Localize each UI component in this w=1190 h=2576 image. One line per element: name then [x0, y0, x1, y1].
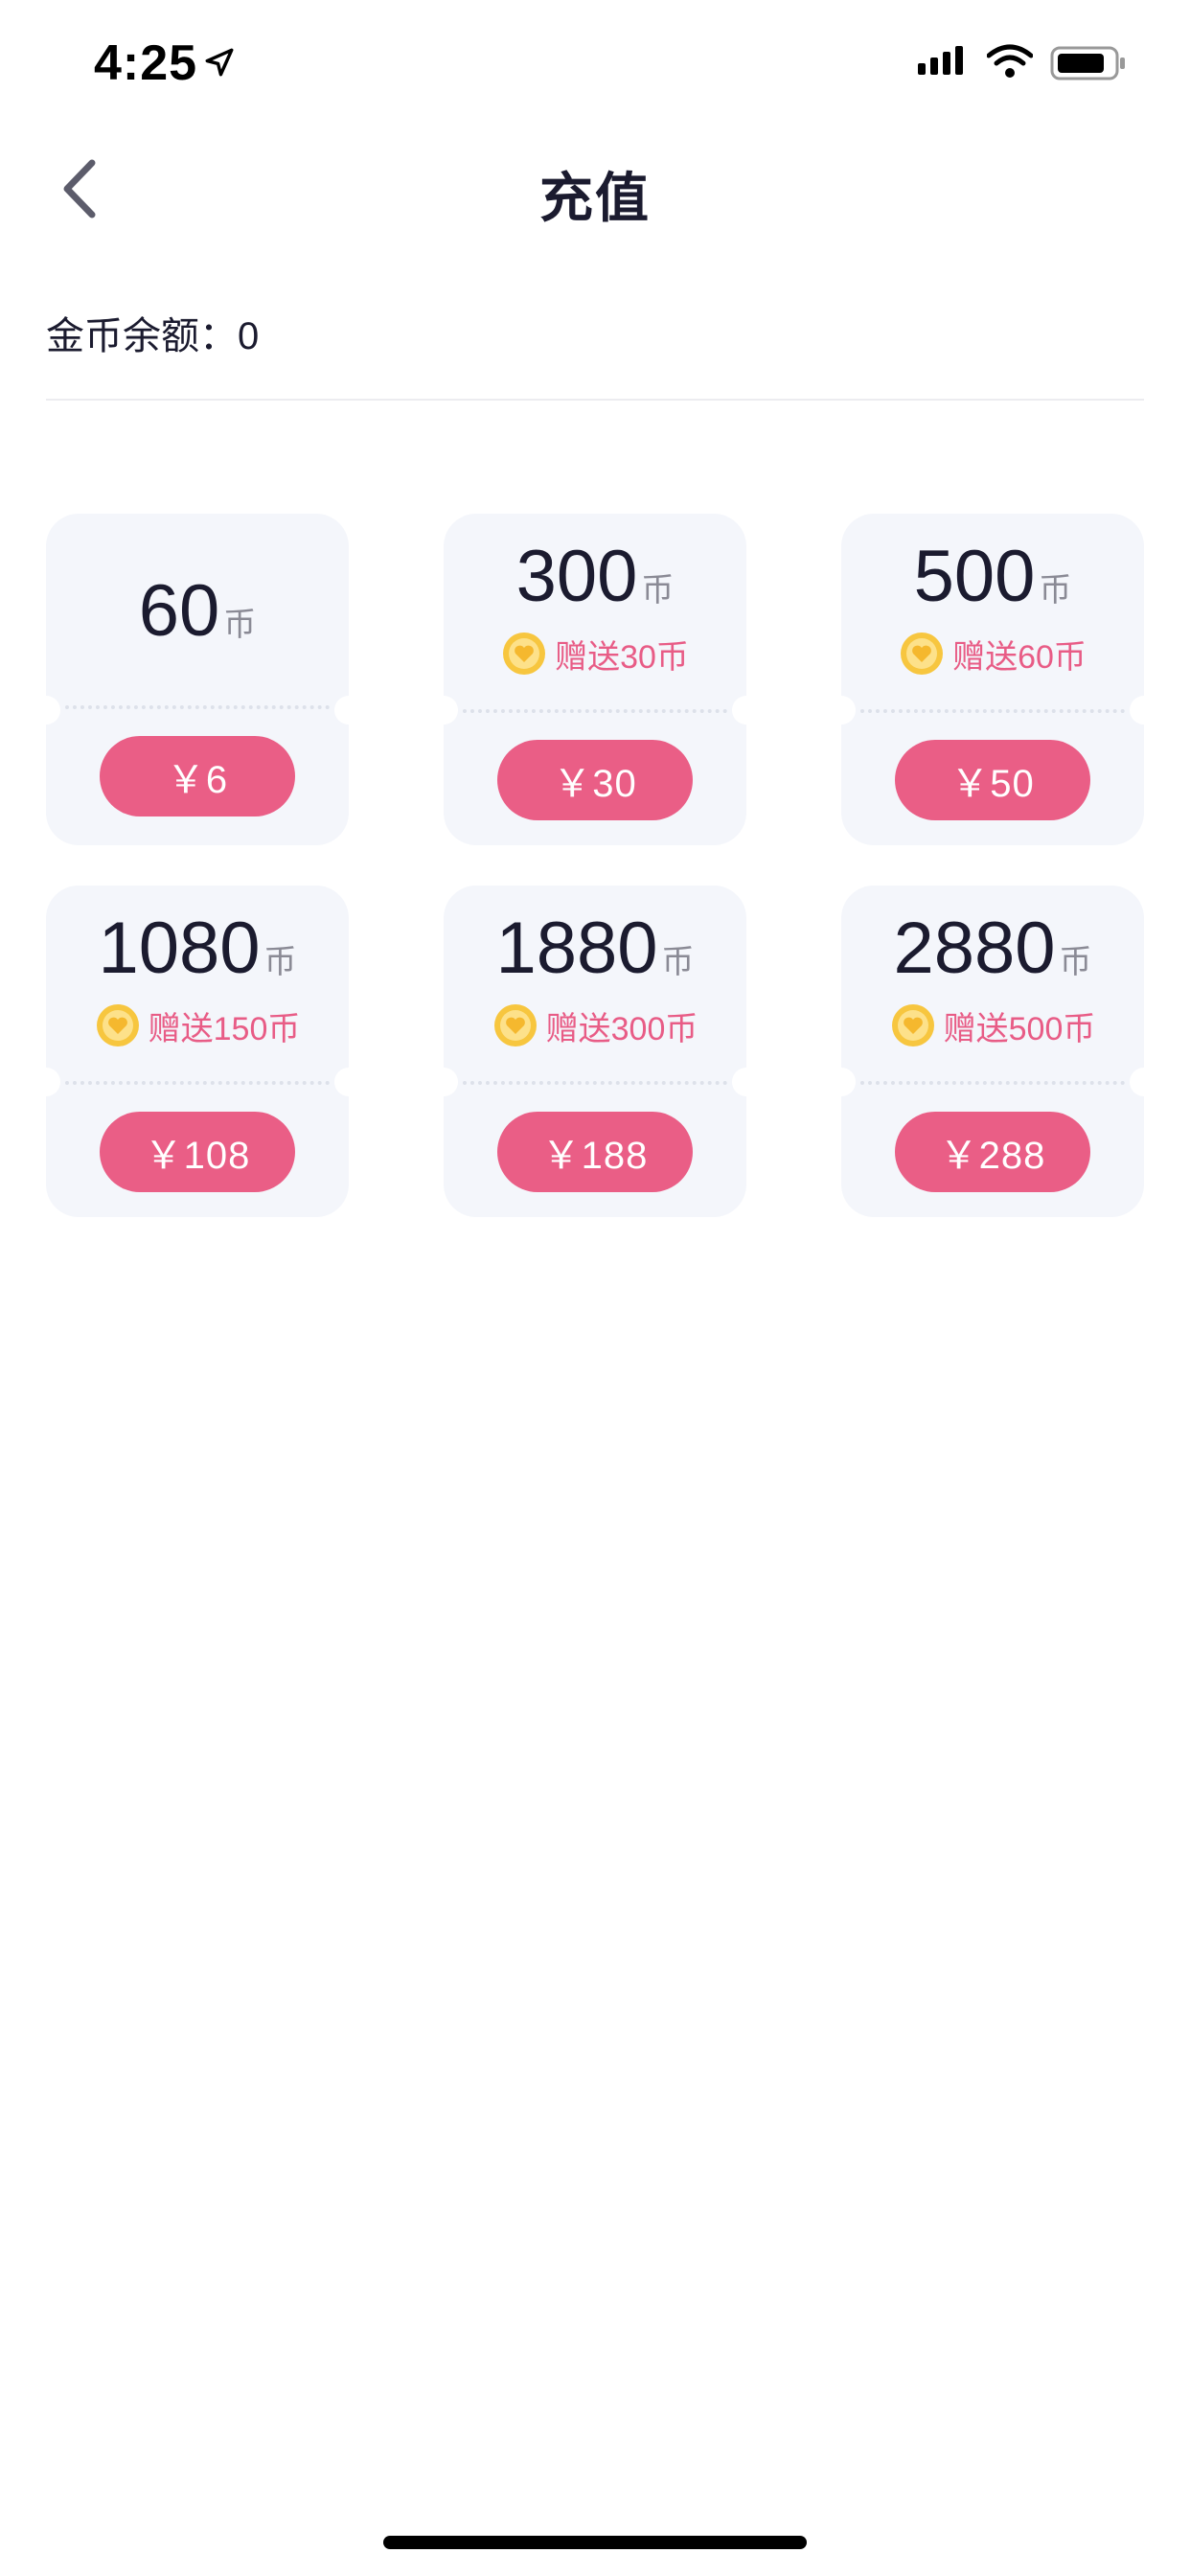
coin-amount: 2880	[893, 908, 1056, 989]
coin-unit: 币	[1059, 944, 1092, 980]
signal-icon	[918, 46, 963, 75]
home-indicator[interactable]	[383, 2536, 807, 2549]
coin-amount: 1880	[495, 908, 658, 989]
price-button[interactable]: ￥30	[497, 740, 693, 820]
gold-coin-heart-icon	[901, 632, 944, 675]
price-button[interactable]: ￥108	[100, 1112, 295, 1192]
bonus-label: 赠送300币	[444, 999, 746, 1052]
coin-amount: 500	[913, 536, 1036, 617]
coin-unit: 币	[263, 944, 297, 980]
package-coins: 1080 币	[46, 907, 349, 990]
ticket-notch	[1130, 1068, 1144, 1096]
perforation-line	[860, 1081, 1125, 1085]
wifi-icon	[987, 44, 1033, 78]
gold-coin-heart-icon	[503, 632, 546, 675]
package-coins: 2880 币	[841, 907, 1144, 990]
package-coins: 500 币	[841, 535, 1144, 618]
price-button[interactable]: ￥288	[895, 1112, 1090, 1192]
ticket-notch	[841, 696, 856, 724]
package-card[interactable]: 1880 币 赠送300币 ￥188	[444, 886, 746, 1217]
gold-coin-heart-icon	[493, 1004, 537, 1046]
perforation-line	[860, 709, 1125, 713]
bonus-label: 赠送30币	[444, 627, 746, 680]
perforation-line	[65, 705, 330, 709]
coin-amount: 300	[515, 536, 638, 617]
ticket-notch	[334, 1068, 349, 1096]
perforation-line	[463, 1081, 727, 1085]
gold-coin-heart-icon	[891, 1004, 934, 1046]
ticket-notch	[841, 1068, 856, 1096]
price-button[interactable]: ￥50	[895, 740, 1090, 820]
coin-unit: 币	[1039, 572, 1072, 609]
ticket-notch	[46, 696, 60, 724]
ticket-notch	[732, 1068, 746, 1096]
location-arrow-icon	[205, 48, 234, 77]
package-coins: 60 币	[46, 569, 349, 653]
package-coins: 1880 币	[444, 907, 746, 990]
perforation-line	[463, 709, 727, 713]
package-coins: 300 币	[444, 535, 746, 618]
status-bar: 4:25	[0, 0, 1190, 126]
bonus-text: 赠送150币	[148, 1010, 301, 1047]
package-card[interactable]: 1080 币 赠送150币 ￥108	[46, 886, 349, 1217]
bonus-text: 赠送300币	[545, 1010, 698, 1047]
recharge-screen: 4:25 充值 金币余额：0 60 币 ￥6 300 币 赠送30币 ￥30 5…	[0, 0, 1190, 2576]
price-button[interactable]: ￥6	[100, 736, 295, 816]
coin-amount: 60	[138, 570, 220, 652]
page-title: 充值	[539, 168, 651, 228]
coin-amount: 1080	[98, 908, 261, 989]
bonus-label: 赠送500币	[841, 999, 1144, 1052]
package-card[interactable]: 500 币 赠送60币 ￥50	[841, 514, 1144, 845]
bonus-text: 赠送60币	[952, 638, 1087, 676]
ticket-notch	[1130, 696, 1144, 724]
coin-balance: 金币余额：0	[46, 315, 260, 357]
package-card[interactable]: 2880 币 赠送500币 ￥288	[841, 886, 1144, 1217]
status-time: 4:25	[94, 35, 198, 91]
ticket-notch	[444, 696, 458, 724]
coin-unit: 币	[641, 572, 675, 609]
ticket-notch	[46, 1068, 60, 1096]
gold-coin-heart-icon	[96, 1004, 139, 1046]
ticket-notch	[732, 696, 746, 724]
ticket-notch	[444, 1068, 458, 1096]
divider	[46, 399, 1144, 401]
ticket-notch	[334, 696, 349, 724]
bonus-text: 赠送30币	[555, 638, 689, 676]
navigation-bar: 充值	[0, 126, 1190, 251]
coin-unit: 币	[661, 944, 695, 980]
bonus-label: 赠送150币	[46, 999, 349, 1052]
perforation-line	[65, 1081, 330, 1085]
package-card[interactable]: 60 币 ￥6	[46, 514, 349, 845]
battery-icon	[1050, 46, 1125, 80]
package-card[interactable]: 300 币 赠送30币 ￥30	[444, 514, 746, 845]
price-button[interactable]: ￥188	[497, 1112, 693, 1192]
bonus-text: 赠送500币	[943, 1010, 1096, 1047]
bonus-label: 赠送60币	[841, 627, 1144, 680]
coin-unit: 币	[223, 607, 257, 643]
